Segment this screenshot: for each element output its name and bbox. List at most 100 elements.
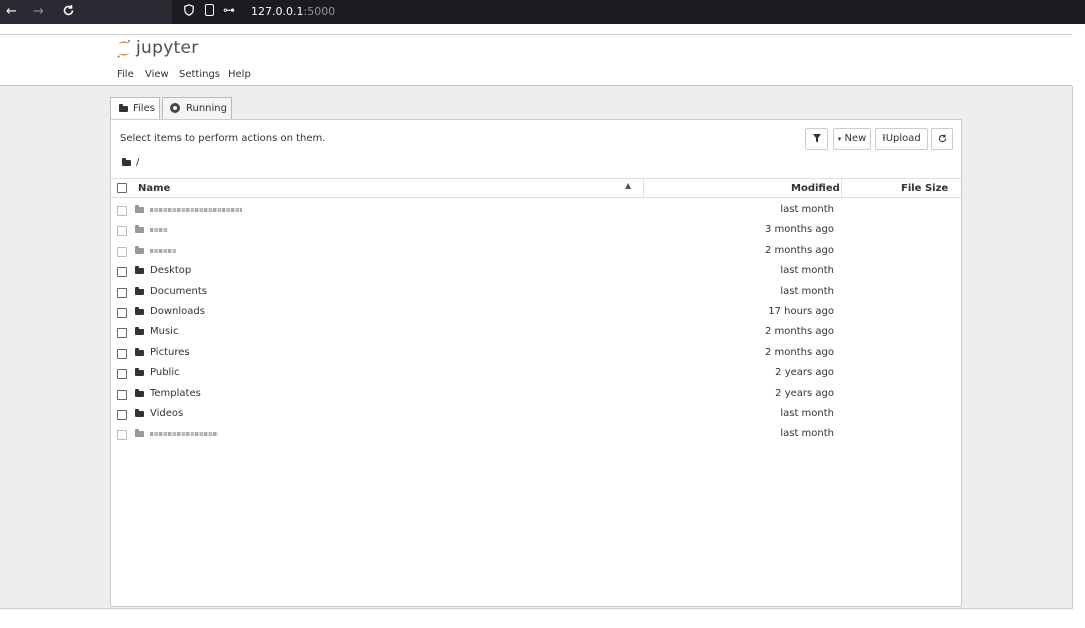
column-file-size[interactable]: File Size — [901, 183, 948, 194]
menu-settings[interactable]: Settings — [179, 69, 220, 80]
column-divider — [643, 179, 644, 198]
menu-file[interactable]: File — [117, 69, 134, 80]
folder-icon — [135, 205, 144, 213]
row-checkbox[interactable] — [117, 287, 127, 298]
breadcrumb-root[interactable]: / — [136, 157, 139, 168]
forward-arrow-icon[interactable]: → — [33, 4, 44, 20]
table-row[interactable]: Videos last month — [111, 404, 961, 424]
tab-running[interactable]: Running — [162, 97, 232, 119]
row-modified: last month — [780, 407, 834, 419]
table-row[interactable]: Templates 2 years ago — [111, 384, 961, 404]
row-modified: last month — [780, 285, 834, 297]
filter-button[interactable] — [805, 128, 828, 150]
folder-icon — [135, 429, 144, 438]
table-row[interactable]: Music 2 months ago — [111, 322, 961, 342]
row-name[interactable]: Downloads — [150, 306, 205, 317]
folder-icon — [119, 104, 128, 112]
row-name[interactable]: Pictures — [150, 347, 190, 358]
row-modified: 2 months ago — [765, 326, 834, 338]
menu-help[interactable]: Help — [228, 69, 251, 80]
folder-icon — [135, 306, 144, 315]
table-header: Name ▲ Modified File Size — [111, 178, 961, 198]
document-icon — [205, 4, 214, 16]
table-row[interactable]: last month — [111, 424, 961, 444]
table-row[interactable]: Desktop last month — [111, 261, 961, 281]
row-checkbox[interactable] — [117, 226, 127, 237]
redacted-filename[interactable] — [150, 432, 218, 437]
table-row[interactable]: last month — [111, 200, 961, 220]
row-modified: 17 hours ago — [768, 305, 834, 317]
url-host: 127.0.0.1 — [251, 5, 304, 18]
table-row[interactable]: Documents last month — [111, 282, 961, 302]
back-arrow-icon[interactable]: ← — [6, 4, 17, 20]
select-all-checkbox[interactable] — [117, 183, 127, 193]
row-checkbox[interactable] — [117, 348, 127, 359]
redacted-filename[interactable] — [150, 248, 176, 253]
row-checkbox[interactable] — [117, 430, 127, 441]
upload-button[interactable]: ⭱Upload — [875, 128, 928, 150]
tab-files[interactable]: Files — [110, 97, 160, 120]
jupyter-header: jupyter — [0, 34, 1072, 66]
jupyter-logo-text[interactable]: jupyter — [136, 38, 199, 58]
row-name[interactable]: Public — [150, 367, 180, 378]
folder-icon — [135, 327, 144, 336]
table-row[interactable]: Pictures 2 months ago — [111, 343, 961, 363]
running-icon — [170, 103, 180, 113]
row-modified: 2 years ago — [775, 387, 834, 399]
shield-icon[interactable] — [184, 4, 194, 16]
row-name[interactable]: Templates — [150, 388, 201, 399]
row-checkbox[interactable] — [117, 307, 127, 318]
row-name[interactable]: Documents — [150, 286, 207, 297]
row-name[interactable]: Desktop — [150, 265, 191, 276]
redacted-filename[interactable] — [150, 228, 168, 233]
url-text[interactable]: 127.0.0.1:5000 — [251, 5, 335, 18]
folder-icon — [135, 388, 144, 397]
url-port: :5000 — [303, 5, 336, 18]
url-bar[interactable]: ⊶ 127.0.0.1:5000 — [172, 0, 1085, 24]
file-browser-panel: Select items to perform actions on them.… — [110, 119, 962, 607]
folder-icon — [122, 158, 131, 166]
folder-icon — [135, 408, 144, 417]
caret-down-icon: ▾ — [837, 135, 842, 143]
column-name[interactable]: Name — [138, 183, 170, 194]
row-checkbox[interactable] — [117, 267, 127, 278]
menu-bar: File View Settings Help — [0, 65, 1072, 86]
column-divider — [841, 179, 842, 198]
row-modified: 2 years ago — [775, 367, 834, 379]
table-row[interactable]: Downloads 17 hours ago — [111, 302, 961, 322]
tab-files-label: Files — [133, 103, 155, 114]
row-modified: 2 months ago — [765, 346, 834, 358]
row-modified: last month — [780, 265, 834, 277]
row-checkbox[interactable] — [117, 409, 127, 420]
folder-icon — [135, 225, 144, 234]
table-row[interactable]: 3 months ago — [111, 220, 961, 240]
key-icon[interactable]: ⊶ — [223, 3, 235, 17]
reload-icon[interactable] — [62, 4, 75, 22]
row-modified: last month — [780, 428, 834, 440]
folder-icon — [135, 347, 144, 356]
jupyter-logo-icon[interactable] — [116, 39, 132, 62]
folder-icon — [135, 368, 144, 377]
row-name[interactable]: Videos — [150, 408, 183, 419]
table-row[interactable]: Public 2 years ago — [111, 363, 961, 383]
row-checkbox[interactable] — [117, 369, 127, 380]
row-checkbox[interactable] — [117, 246, 127, 257]
file-list: last month 3 months ago 2 months ago Des… — [111, 200, 961, 445]
row-name[interactable]: Music — [150, 326, 178, 337]
row-checkbox[interactable] — [117, 389, 127, 400]
column-modified[interactable]: Modified — [791, 183, 840, 194]
new-button[interactable]: ▾ New — [833, 128, 871, 150]
folder-icon — [135, 286, 144, 295]
row-modified: 3 months ago — [765, 224, 834, 236]
row-checkbox[interactable] — [117, 206, 127, 216]
refresh-button[interactable] — [931, 128, 953, 150]
upload-button-label: Upload — [885, 133, 921, 144]
row-modified: 2 months ago — [765, 244, 834, 256]
table-row[interactable]: 2 months ago — [111, 241, 961, 261]
refresh-icon — [938, 134, 946, 142]
filter-icon — [812, 133, 821, 142]
menu-view[interactable]: View — [145, 69, 169, 80]
row-checkbox[interactable] — [117, 328, 127, 339]
selection-notice: Select items to perform actions on them. — [120, 133, 326, 144]
redacted-filename[interactable] — [150, 208, 242, 212]
